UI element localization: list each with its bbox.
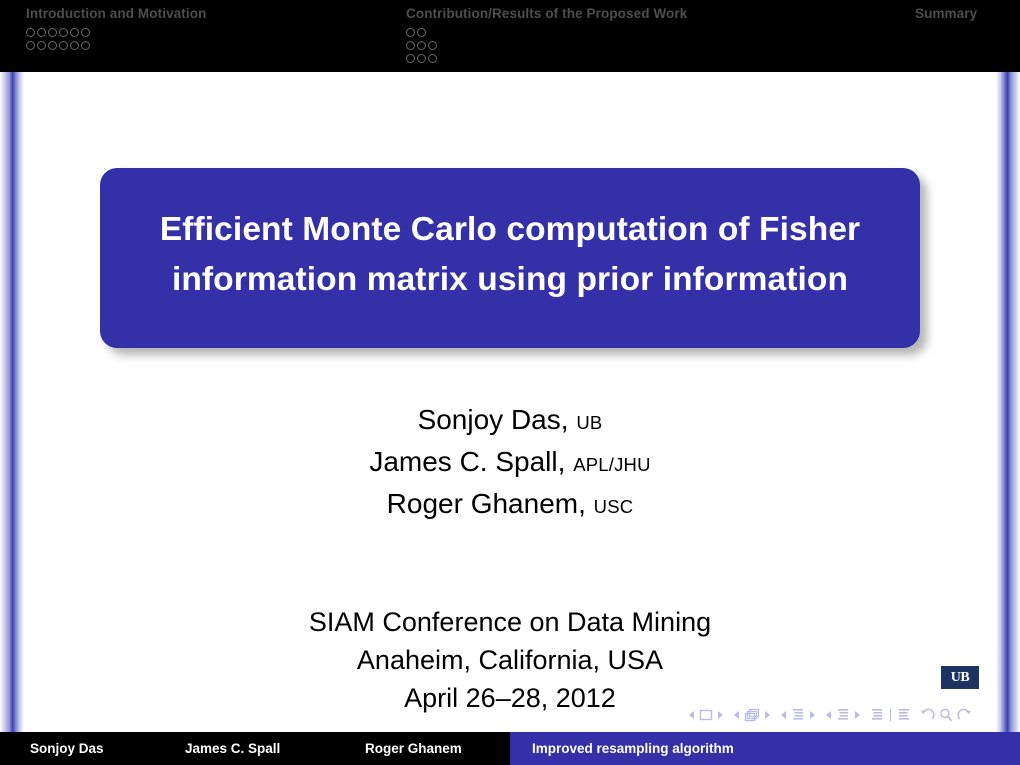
nav-dot-icon[interactable]	[81, 28, 90, 37]
author-entry: Sonjoy Das, UB	[0, 400, 1020, 442]
author-entry: James C. Spall, APL/JHU	[0, 442, 1020, 484]
nav-dot-icon[interactable]	[81, 41, 90, 50]
history-navigation-group	[920, 708, 972, 722]
author-affiliation: UB	[576, 412, 603, 433]
subsection-next-icon[interactable]	[809, 710, 816, 720]
section-icon[interactable]	[836, 708, 850, 722]
section-next-icon[interactable]	[854, 710, 861, 720]
subsection-prev-icon[interactable]	[780, 710, 787, 720]
author-name: Sonjoy Das,	[417, 404, 569, 435]
author-name: Roger Ghanem,	[386, 488, 586, 519]
nav-section-contribution-results[interactable]: Contribution/Results of the Proposed Wor…	[406, 6, 687, 65]
search-icon[interactable]	[939, 708, 953, 722]
nav-dot-group	[26, 26, 206, 52]
nav-dot-icon[interactable]	[70, 28, 79, 37]
section-prev-icon[interactable]	[825, 710, 832, 720]
nav-section-label: Summary	[915, 6, 978, 21]
slide-next-icon[interactable]	[717, 710, 724, 720]
frame-prev-icon[interactable]	[733, 710, 740, 720]
nav-dot-row	[26, 39, 206, 52]
nav-dot-icon[interactable]	[26, 28, 35, 37]
forward-icon[interactable]	[957, 708, 972, 722]
conference-location: Anaheim, California, USA	[356, 645, 664, 675]
nav-dot-icon[interactable]	[406, 28, 415, 37]
slide-icon[interactable]	[699, 709, 713, 721]
ub-logo-text: UB	[950, 669, 970, 685]
footer-bar: Sonjoy Das James C. Spall Roger Ghanem I…	[0, 732, 1020, 765]
nav-dot-icon[interactable]	[406, 54, 415, 63]
nav-dot-icon[interactable]	[70, 41, 79, 50]
title-box: Efficient Monte Carlo computation of Fis…	[100, 168, 920, 348]
footer-author-3[interactable]: Roger Ghanem	[340, 732, 510, 765]
frame-navigation-group	[733, 708, 771, 722]
ub-logo: UB	[941, 666, 979, 689]
subsection-navigation-group	[780, 708, 816, 722]
conference-info: SIAM Conference on Data Mining Anaheim, …	[0, 603, 1020, 717]
nav-dot-icon[interactable]	[406, 41, 415, 50]
nav-dot-row	[406, 52, 687, 65]
conference-name: SIAM Conference on Data Mining	[308, 607, 712, 637]
nav-dot-icon[interactable]	[37, 41, 46, 50]
nav-section-introduction[interactable]: Introduction and Motivation	[26, 6, 206, 52]
back-icon[interactable]	[920, 708, 935, 722]
frame-next-icon[interactable]	[764, 710, 771, 720]
nav-dot-icon[interactable]	[26, 41, 35, 50]
slide-canvas: Introduction and Motivation Contribution…	[0, 0, 1020, 765]
footer-author-1[interactable]: Sonjoy Das	[0, 732, 170, 765]
document-navigation-group	[870, 708, 911, 722]
author-entry: Roger Ghanem, USC	[0, 484, 1020, 526]
nav-dot-row	[26, 26, 206, 39]
nav-divider	[890, 709, 891, 721]
page-title: Efficient Monte Carlo computation of Fis…	[159, 211, 861, 298]
beginning-icon[interactable]	[870, 708, 884, 722]
footer-author-2[interactable]: James C. Spall	[170, 732, 340, 765]
nav-dot-icon[interactable]	[59, 41, 68, 50]
frame-icon[interactable]	[744, 708, 760, 722]
subsection-icon[interactable]	[791, 708, 805, 722]
author-name: James C. Spall,	[369, 446, 566, 477]
nav-dot-icon[interactable]	[417, 41, 426, 50]
nav-dot-icon[interactable]	[48, 41, 57, 50]
section-navigation-group	[825, 708, 861, 722]
nav-dot-icon[interactable]	[417, 54, 426, 63]
nav-dot-icon[interactable]	[417, 28, 426, 37]
slide-prev-icon[interactable]	[688, 710, 695, 720]
nav-dot-icon[interactable]	[59, 28, 68, 37]
nav-dot-row	[406, 39, 687, 52]
footer-topic[interactable]: Improved resampling algorithm	[510, 732, 1020, 765]
nav-section-summary[interactable]: Summary	[915, 6, 977, 22]
title-box-container: Efficient Monte Carlo computation of Fis…	[100, 168, 920, 348]
nav-dot-group	[406, 26, 687, 65]
beamer-navigation-symbols	[688, 705, 976, 725]
author-affiliation: APL/JHU	[573, 454, 651, 475]
nav-dot-icon[interactable]	[428, 54, 437, 63]
nav-section-label: Introduction and Motivation	[26, 6, 207, 21]
header-navigation-bar: Introduction and Motivation Contribution…	[0, 0, 1020, 72]
nav-dot-icon[interactable]	[48, 28, 57, 37]
end-icon[interactable]	[897, 708, 911, 722]
nav-section-label: Contribution/Results of the Proposed Wor…	[406, 6, 688, 21]
nav-dot-icon[interactable]	[428, 41, 437, 50]
author-affiliation: USC	[593, 496, 634, 517]
nav-dot-icon[interactable]	[37, 28, 46, 37]
author-list: Sonjoy Das, UB James C. Spall, APL/JHU R…	[0, 400, 1020, 526]
nav-dot-row	[406, 26, 687, 39]
slide-navigation-group	[688, 709, 724, 721]
